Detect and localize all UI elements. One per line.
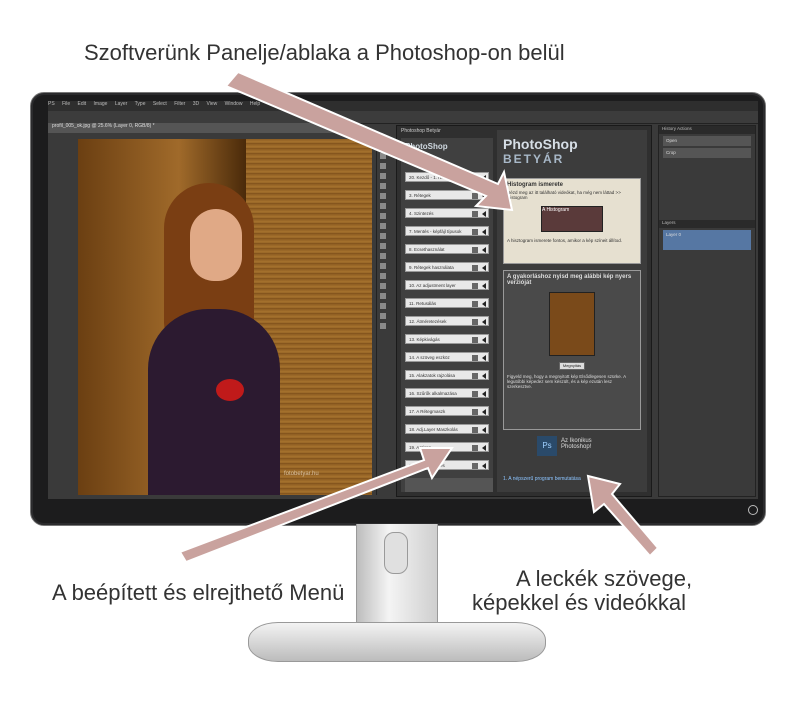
arrow-to-panel <box>224 70 514 212</box>
arrow-to-content <box>586 474 660 558</box>
annotation-arrows <box>178 70 660 564</box>
arrow-to-menu <box>178 447 454 564</box>
